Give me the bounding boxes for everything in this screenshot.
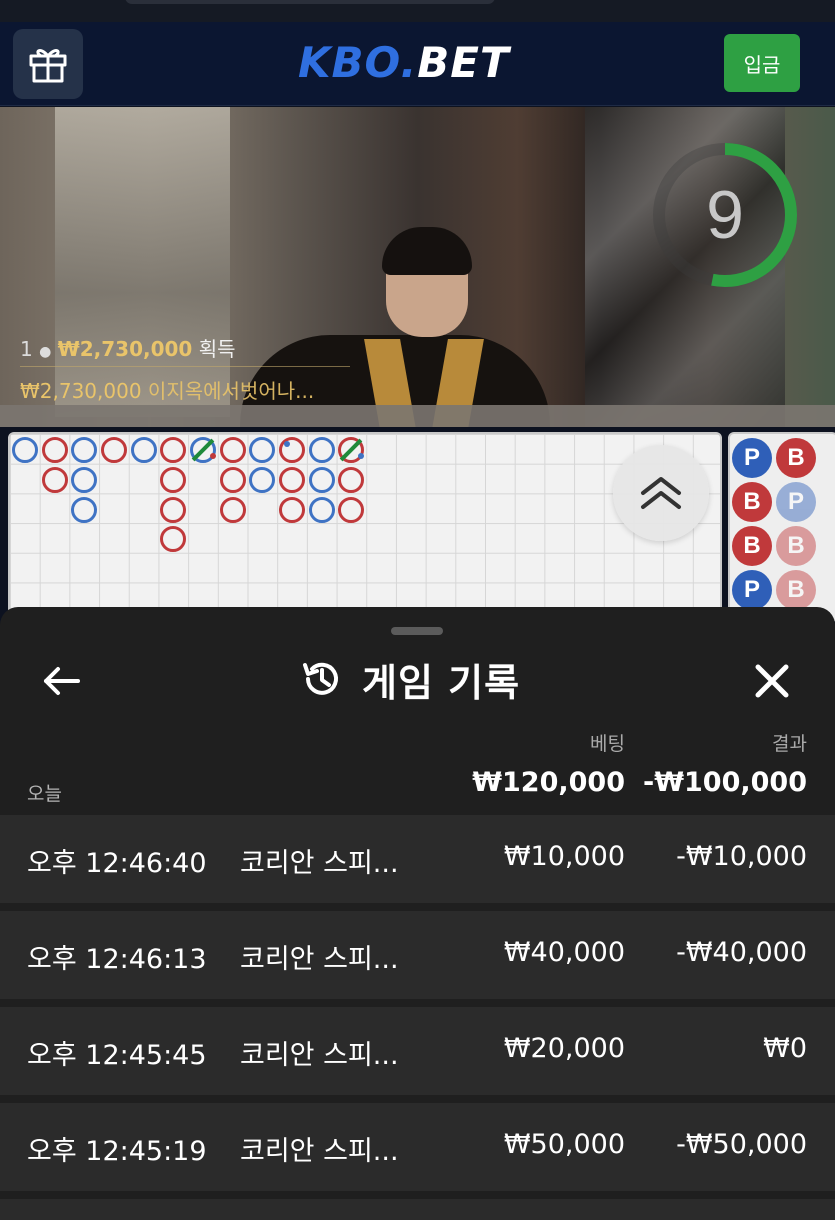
bead-banker xyxy=(101,437,127,463)
row-result: ₩0 xyxy=(763,1033,807,1064)
bead-plate-b: B xyxy=(776,438,816,478)
browser-top-strip xyxy=(0,0,835,22)
chat-message-text: 이지옥에서벗어나... xyxy=(147,379,315,403)
bead-plate-b: B xyxy=(732,482,772,522)
chat-message-line: ₩2,730,000 이지옥에서벗어나... xyxy=(20,375,314,404)
history-row[interactable]: 오후 12:46:40 코리안 스피... ₩10,000 -₩10,000 xyxy=(0,815,835,903)
row-time: 오후 12:46:40 xyxy=(27,848,207,879)
bead-player xyxy=(309,467,335,493)
bead-road-map[interactable] xyxy=(8,432,722,622)
date-group-label: 오늘 xyxy=(27,783,62,805)
row-time: 오후 12:46:13 xyxy=(27,944,207,975)
bead-banker xyxy=(160,526,186,552)
bead-plate-p: P xyxy=(776,482,816,522)
history-icon xyxy=(303,662,338,695)
bead-plate-p: P xyxy=(732,570,772,610)
bead-banker xyxy=(220,437,246,463)
bead-player xyxy=(71,497,97,523)
bead-banker xyxy=(279,437,305,463)
bead-banker xyxy=(279,467,305,493)
logo-text-bet: BET xyxy=(417,38,510,87)
app-header: KBO.BET 입금 xyxy=(0,22,835,106)
bead-player xyxy=(71,467,97,493)
chat-amount: ₩2,730,000 xyxy=(20,379,142,403)
close-button[interactable] xyxy=(746,655,798,707)
bead-banker xyxy=(42,437,68,463)
bead-banker xyxy=(338,467,364,493)
row-bet: ₩50,000 xyxy=(503,1129,625,1160)
bead-player xyxy=(131,437,157,463)
screen: KBO.BET 입금 9 1 ● ₩2,730,000 획득 ₩2,730,00… xyxy=(0,0,835,1220)
history-row[interactable]: 오후 12:45:45 코리안 스피... ₩20,000 ₩0 xyxy=(0,1007,835,1095)
row-bet: ₩20,000 xyxy=(503,1033,625,1064)
bead-player xyxy=(309,437,335,463)
bead-player xyxy=(12,437,38,463)
winner-label: 획득 xyxy=(198,337,236,361)
history-row[interactable]: 오후 12:46:13 코리안 스피... ₩40,000 -₩40,000 xyxy=(0,911,835,999)
sheet-title: 게임 기록 xyxy=(300,651,520,707)
bead-banker xyxy=(220,497,246,523)
countdown-number: 9 xyxy=(706,177,744,253)
game-history-sheet: 게임 기록 베팅 결과 오늘 ₩120,000 -₩100,000 오후 12:… xyxy=(0,607,835,1220)
row-bet: ₩40,000 xyxy=(503,937,625,968)
deposit-button[interactable]: 입금 xyxy=(724,34,800,92)
bead-player xyxy=(71,437,97,463)
bead-plate-p: P xyxy=(732,438,772,478)
bead-banker-tie xyxy=(338,437,364,463)
arrow-left-icon xyxy=(44,667,80,695)
expand-roadmap-button[interactable] xyxy=(613,445,709,541)
banner-divider xyxy=(20,366,350,367)
logo-text-kbo: KBO. xyxy=(298,38,418,87)
winner-count: 1 xyxy=(20,337,33,361)
bead-banker xyxy=(338,497,364,523)
bead-banker xyxy=(160,497,186,523)
winner-amount: ₩2,730,000 xyxy=(57,337,193,361)
back-button[interactable] xyxy=(38,657,86,705)
bead-player xyxy=(249,467,275,493)
bead-player xyxy=(309,497,335,523)
bead-plate-b: B xyxy=(776,526,816,566)
row-result: -₩10,000 xyxy=(676,841,807,872)
countdown-timer: 9 xyxy=(650,140,800,290)
row-bet: ₩10,000 xyxy=(503,841,625,872)
user-icon: ● xyxy=(39,344,52,360)
total-result: -₩100,000 xyxy=(643,767,807,798)
winner-banner: 1 ● ₩2,730,000 획득 xyxy=(20,333,236,362)
bead-plate-b: B xyxy=(732,526,772,566)
row-game: 코리안 스피... xyxy=(240,944,399,975)
history-row-partial[interactable] xyxy=(0,1199,835,1220)
row-game: 코리안 스피... xyxy=(240,1040,399,1071)
bead-banker xyxy=(160,467,186,493)
gift-button[interactable] xyxy=(13,29,83,99)
brand-logo[interactable]: KBO.BET xyxy=(298,38,510,87)
gift-icon xyxy=(29,49,67,83)
bead-banker xyxy=(42,467,68,493)
sheet-title-text: 게임 기록 xyxy=(362,660,521,705)
sheet-drag-handle[interactable] xyxy=(391,627,443,635)
row-result: -₩50,000 xyxy=(676,1129,807,1160)
row-time: 오후 12:45:19 xyxy=(27,1136,207,1167)
bead-player-tie xyxy=(190,437,216,463)
bead-banker xyxy=(279,497,305,523)
bead-banker xyxy=(160,437,186,463)
column-header-result: 결과 xyxy=(772,733,807,755)
bead-banker xyxy=(220,467,246,493)
close-icon xyxy=(755,664,789,698)
history-row[interactable]: 오후 12:45:19 코리안 스피... ₩50,000 -₩50,000 xyxy=(0,1103,835,1191)
column-header-bet: 베팅 xyxy=(590,733,625,755)
row-game: 코리안 스피... xyxy=(240,848,399,879)
total-bet: ₩120,000 xyxy=(472,767,625,798)
double-chevron-up-icon xyxy=(641,477,681,509)
bead-plate-side[interactable]: P B B P B B P B xyxy=(728,432,835,622)
row-time: 오후 12:45:45 xyxy=(27,1040,207,1071)
bead-plate-b: B xyxy=(776,570,816,610)
bead-player xyxy=(249,437,275,463)
row-game: 코리안 스피... xyxy=(240,1136,399,1167)
row-result: -₩40,000 xyxy=(676,937,807,968)
